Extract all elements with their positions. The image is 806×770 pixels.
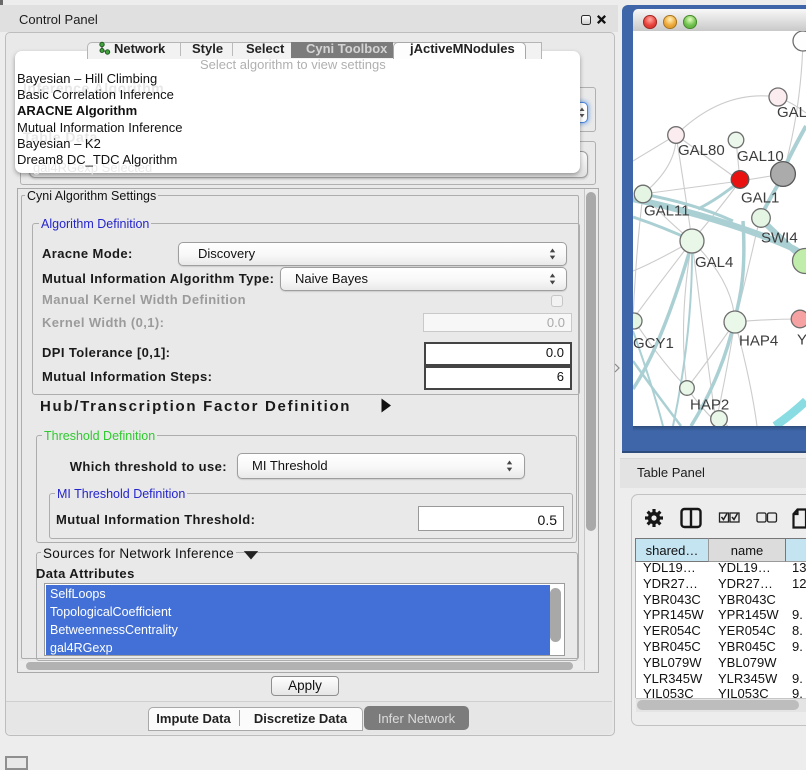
svg-text:GCY1: GCY1	[633, 335, 674, 352]
svg-text:GAL11: GAL11	[644, 203, 690, 220]
svg-text:GAL10: GAL10	[737, 148, 784, 165]
svg-text:GAL80: GAL80	[678, 142, 725, 159]
svg-text:HAP4: HAP4	[739, 333, 778, 350]
svg-text:GAL1: GAL1	[741, 190, 779, 207]
svg-text:HAP2: HAP2	[690, 397, 729, 414]
svg-text:Y: Y	[797, 332, 806, 349]
svg-text:GAL: GAL	[777, 104, 806, 121]
svg-text:GAL4: GAL4	[695, 254, 733, 271]
svg-text:SWI4: SWI4	[761, 230, 798, 247]
